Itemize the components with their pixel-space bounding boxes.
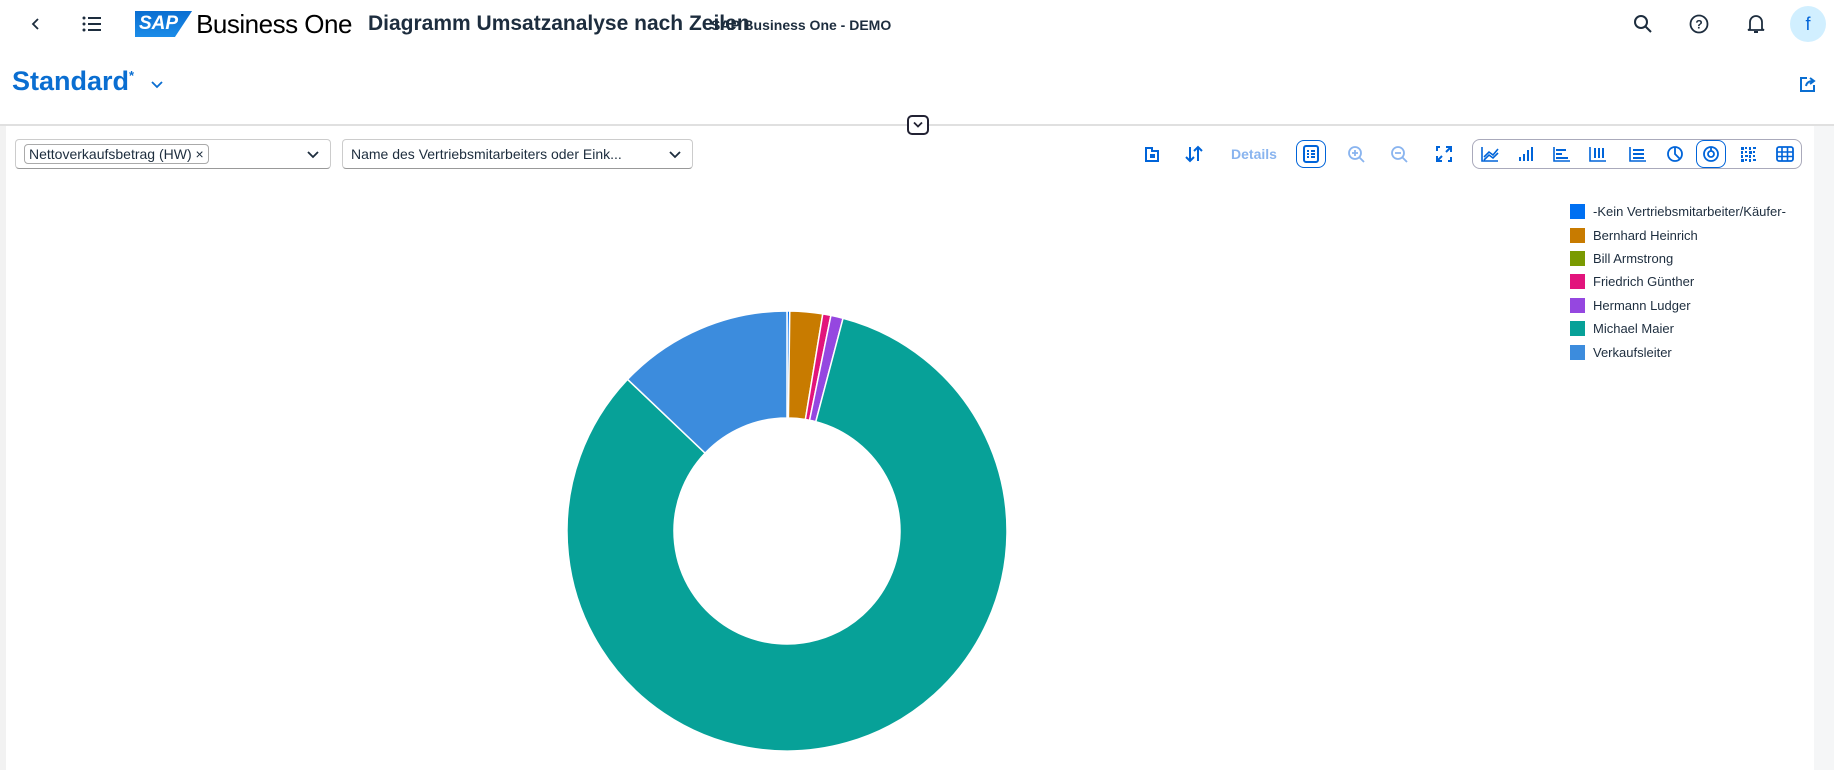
- search-icon: [1634, 15, 1652, 33]
- dimension-value: Name des Vertriebsmitarbeiters oder Eink…: [351, 146, 622, 162]
- legend-swatch: [1570, 204, 1585, 220]
- avatar[interactable]: f: [1790, 6, 1826, 42]
- chevron-down-icon[interactable]: [668, 147, 682, 161]
- chart-type-line-button[interactable]: [1475, 140, 1505, 168]
- legend-label: -Kein Vertriebsmitarbeiter/Käufer-: [1593, 204, 1786, 220]
- stacked-column-chart-icon: [1589, 147, 1606, 162]
- token-remove-icon[interactable]: ×: [196, 146, 204, 162]
- legend-label: Bernhard Heinrich: [1593, 227, 1698, 243]
- chevron-down-icon: [150, 81, 163, 89]
- column-chart-icon: [1519, 147, 1533, 161]
- pie-chart-icon: [1667, 146, 1683, 162]
- product-name: Business One: [196, 8, 352, 39]
- variant-selector[interactable]: Standard*: [12, 66, 164, 97]
- scrollbar[interactable]: [1814, 126, 1834, 770]
- sap-logo-mark: SAP: [135, 11, 193, 37]
- table-chart-icon: [1776, 146, 1794, 162]
- sap-logo[interactable]: SAP Business One: [135, 8, 352, 39]
- legend-swatch: [1570, 227, 1585, 243]
- legend-label: Hermann Ludger: [1593, 297, 1691, 313]
- chevron-down-icon[interactable]: [306, 147, 320, 161]
- sort-icon: [1185, 145, 1203, 163]
- chart-type-stacked-column-button[interactable]: [1583, 140, 1613, 168]
- share-icon: [1800, 77, 1816, 92]
- heatmap-chart-icon: [1741, 147, 1756, 162]
- legend-label: Friedrich Günther: [1593, 274, 1695, 290]
- svg-text:?: ?: [1695, 18, 1702, 32]
- legend-item[interactable]: Bill Armstrong: [1570, 247, 1786, 270]
- fullscreen-icon: [1436, 146, 1452, 162]
- chart-type-donut-button[interactable]: [1696, 140, 1726, 168]
- help-icon: ?: [1689, 14, 1709, 34]
- fullscreen-button[interactable]: [1429, 140, 1459, 168]
- chart-type-heatmap-button[interactable]: [1733, 140, 1763, 168]
- menu-list-icon: [82, 16, 101, 32]
- zoom-out-icon: [1391, 146, 1408, 163]
- bell-icon: [1747, 15, 1765, 33]
- share-button[interactable]: [1794, 70, 1822, 98]
- legend-item[interactable]: Friedrich Günther: [1570, 270, 1786, 293]
- notifications-button[interactable]: [1742, 10, 1770, 38]
- sort-button[interactable]: [1179, 140, 1209, 168]
- variant-modified-marker: *: [129, 68, 135, 83]
- stacked-bar-chart-icon: [1629, 147, 1646, 162]
- zoom-in-button[interactable]: [1341, 140, 1371, 168]
- legend-label: Michael Maier: [1593, 321, 1674, 337]
- details-button[interactable]: Details: [1228, 140, 1280, 168]
- chart-legend: -Kein Vertriebsmitarbeiter/Käufer- Bernha…: [1570, 200, 1786, 364]
- legend-toggle-button[interactable]: [1296, 140, 1326, 168]
- collapse-header-button[interactable]: [907, 115, 929, 135]
- chart-type-table-button[interactable]: [1770, 140, 1800, 168]
- legend-label: Bill Armstrong: [1593, 250, 1674, 266]
- chart-type-bar-button[interactable]: [1547, 140, 1577, 168]
- legend-swatch: [1570, 344, 1585, 360]
- back-button[interactable]: [22, 10, 50, 38]
- line-chart-icon: [1481, 147, 1499, 162]
- company-name: SAP Business One - DEMO: [711, 17, 892, 33]
- zoom-in-icon: [1348, 146, 1365, 163]
- measure-token-label: Nettoverkaufsbetrag (HW): [29, 146, 192, 162]
- donut-chart-icon: [1703, 146, 1719, 162]
- legend-swatch: [1570, 297, 1585, 313]
- donut-chart: [566, 310, 1008, 752]
- bar-chart-icon: [1553, 147, 1570, 162]
- legend-swatch: [1570, 321, 1585, 337]
- legend-item[interactable]: Verkaufsleiter: [1570, 340, 1786, 363]
- help-button[interactable]: ?: [1685, 10, 1713, 38]
- drill-table-icon: [1145, 147, 1159, 162]
- chevron-down-icon: [913, 121, 923, 128]
- back-icon: [31, 18, 39, 30]
- legend-swatch: [1570, 274, 1585, 290]
- zoom-out-button[interactable]: [1384, 140, 1414, 168]
- measure-token: Nettoverkaufsbetrag (HW) ×: [24, 144, 209, 164]
- search-button[interactable]: [1629, 10, 1657, 38]
- chart-type-stacked-bar-button[interactable]: [1623, 140, 1653, 168]
- chart-type-pie-button[interactable]: [1660, 140, 1690, 168]
- legend-item[interactable]: Hermann Ludger: [1570, 294, 1786, 317]
- legend-swatch: [1570, 250, 1585, 266]
- legend-label: Verkaufsleiter: [1593, 344, 1672, 360]
- chart-type-column-button[interactable]: [1511, 140, 1541, 168]
- drill-button[interactable]: [1136, 140, 1166, 168]
- legend-item[interactable]: Michael Maier: [1570, 317, 1786, 340]
- dimension-select[interactable]: Name des Vertriebsmitarbeiters oder Eink…: [342, 139, 693, 169]
- page-title: Diagramm Umsatzanalyse nach Zeilen: [368, 12, 750, 35]
- measure-multiselect[interactable]: Nettoverkaufsbetrag (HW) ×: [15, 139, 331, 169]
- legend-item[interactable]: -Kein Vertriebsmitarbeiter/Käufer-: [1570, 200, 1786, 223]
- menu-button[interactable]: [78, 10, 106, 38]
- legend-icon: [1303, 145, 1319, 163]
- variant-name: Standard: [12, 66, 130, 96]
- legend-item[interactable]: Bernhard Heinrich: [1570, 223, 1786, 246]
